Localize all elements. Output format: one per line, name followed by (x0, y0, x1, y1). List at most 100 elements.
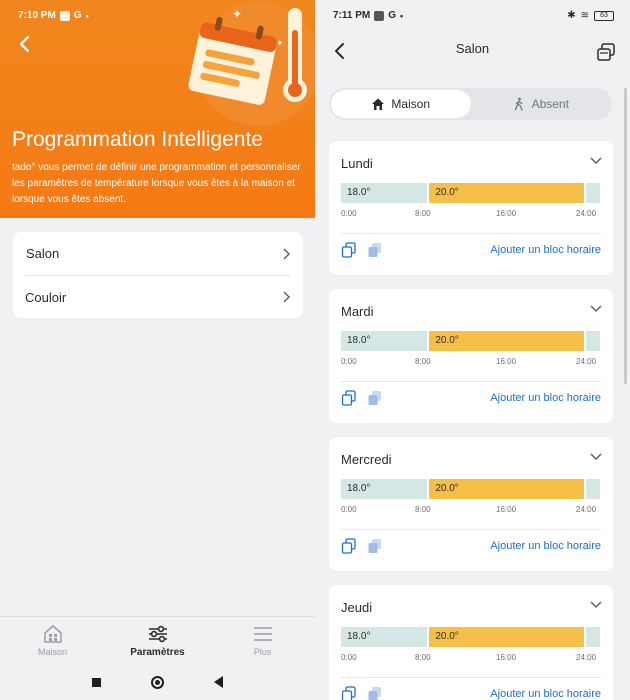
copy-day-icon[interactable] (341, 390, 357, 406)
home-icon (372, 98, 385, 110)
toggle-maison[interactable]: Maison (331, 90, 471, 118)
recents-icon[interactable] (92, 677, 101, 687)
header: Salon (315, 34, 630, 68)
room-item-salon[interactable]: Salon (13, 232, 303, 275)
toggle-absent[interactable]: Absent (471, 90, 611, 118)
time-tick-label: 8:00 (415, 209, 431, 218)
bottom-tab-bar: Maison Paramètres Plus (0, 616, 315, 664)
day-actions: Ajouter un bloc horaire (341, 529, 601, 571)
day-card: Mercredi 18.0° 20.0° 0:00 8:00 16:00 24:00 Ajou… (329, 437, 613, 571)
notification-icon (59, 10, 70, 21)
copy-day-icon[interactable] (341, 686, 357, 700)
time-axis: 0:00 8:00 16:00 24:00 (341, 653, 600, 665)
calendar-thermometer-illustration: ✦ ✦ (188, 2, 315, 126)
time-block[interactable] (585, 479, 600, 499)
toggle-label: Absent (531, 97, 569, 111)
paste-day-icon[interactable] (367, 390, 383, 406)
paste-day-icon[interactable] (367, 686, 383, 700)
time-block[interactable]: 20.0° (429, 183, 584, 203)
day-actions: Ajouter un bloc horaire (341, 677, 601, 700)
timeline-bar[interactable]: 18.0° 20.0° (341, 627, 600, 647)
room-schedule-screen: 7:11 PM G • ✱ ≋ 63 Salon Maison Absent L… (315, 0, 630, 700)
tab-label: Paramètres (130, 647, 185, 658)
add-time-block-link[interactable]: Ajouter un bloc horaire (490, 244, 601, 256)
svg-text:✦: ✦ (276, 39, 284, 49)
timeline-bar[interactable]: 18.0° 20.0° (341, 183, 600, 203)
menu-icon (253, 627, 272, 641)
chevron-right-icon (283, 291, 290, 303)
tab-plus[interactable]: Plus (210, 617, 315, 664)
time-block[interactable]: 20.0° (429, 331, 584, 351)
system-nav-bar (0, 664, 315, 700)
chevron-down-icon[interactable] (589, 600, 603, 610)
day-header[interactable]: Jeudi (329, 585, 613, 627)
paste-day-icon[interactable] (367, 538, 383, 554)
day-name: Lundi (341, 156, 373, 171)
time-tick-label: 0:00 (341, 505, 357, 514)
status-bar: 7:11 PM G • (333, 10, 403, 21)
room-label: Couloir (25, 289, 67, 305)
copy-day-icon[interactable] (341, 242, 357, 258)
toggle-label: Maison (391, 97, 431, 111)
room-label: Salon (26, 246, 60, 261)
bluetooth-icon: ✱ (567, 10, 576, 21)
battery-icon: 63 (594, 10, 614, 21)
add-time-block-link[interactable]: Ajouter un bloc horaire (490, 688, 601, 700)
chevron-down-icon[interactable] (589, 156, 603, 166)
time-block[interactable]: 20.0° (429, 479, 584, 499)
chevron-right-icon (283, 248, 290, 259)
copy-schedule-icon[interactable] (596, 42, 616, 62)
day-actions: Ajouter un bloc horaire (341, 381, 601, 423)
time-block[interactable] (585, 627, 600, 647)
paste-day-icon[interactable] (367, 242, 383, 258)
time-block[interactable]: 18.0° (341, 479, 428, 499)
add-time-block-link[interactable]: Ajouter un bloc horaire (490, 540, 601, 552)
page-description: tado° vous permet de définir une program… (12, 162, 301, 205)
page-title: Salon (455, 41, 490, 56)
time-axis: 0:00 8:00 16:00 24:00 (341, 357, 600, 369)
day-name: Jeudi (341, 600, 373, 615)
room-list: Salon Couloir (13, 232, 303, 318)
page-title: Programmation Intelligente (12, 128, 263, 151)
day-actions: Ajouter un bloc horaire (341, 233, 601, 275)
status-icons: ✱ ≋ 63 (567, 10, 614, 21)
timeline-bar[interactable]: 18.0° 20.0° (341, 331, 600, 351)
google-icon: G (388, 10, 397, 21)
time-block[interactable]: 18.0° (341, 331, 428, 351)
day-header[interactable]: Mardi (329, 289, 613, 331)
copy-day-icon[interactable] (341, 538, 357, 554)
home-away-toggle: Maison Absent (329, 88, 612, 120)
smart-schedule-screen: 7:10 PM G • ✱ ≋ 63 (0, 0, 315, 700)
time-block[interactable] (585, 331, 600, 351)
time-tick-label: 24:00 (576, 653, 597, 662)
time-tick-label: 24:00 (576, 357, 597, 366)
tab-parametres[interactable]: Paramètres (105, 617, 210, 664)
status-time: 7:11 PM (333, 10, 371, 21)
add-time-block-link[interactable]: Ajouter un bloc horaire (490, 392, 601, 404)
home-button-icon[interactable] (151, 675, 164, 689)
scrollbar[interactable] (624, 88, 627, 384)
hero-banner: 7:10 PM G • ✱ ≋ 63 (0, 0, 315, 218)
time-block[interactable] (585, 183, 600, 203)
system-back-icon[interactable] (214, 676, 223, 688)
chevron-down-icon[interactable] (589, 452, 603, 462)
google-icon: G (73, 10, 82, 21)
chevron-down-icon[interactable] (589, 304, 603, 314)
time-tick-label: 8:00 (415, 653, 431, 662)
day-name: Mercredi (341, 452, 392, 467)
day-card: Lundi 18.0° 20.0° 0:00 8:00 16:00 24:00 Ajouter… (329, 141, 613, 275)
walking-person-icon (514, 97, 523, 111)
time-tick-label: 16:00 (496, 357, 517, 366)
back-icon[interactable] (16, 34, 34, 54)
time-axis: 0:00 8:00 16:00 24:00 (341, 505, 600, 517)
room-item-couloir[interactable]: Couloir (25, 275, 291, 318)
day-header[interactable]: Lundi (329, 141, 613, 183)
day-header[interactable]: Mercredi (329, 437, 613, 479)
time-block[interactable]: 20.0° (429, 627, 584, 647)
time-block[interactable]: 18.0° (341, 183, 428, 203)
day-card: Jeudi 18.0° 20.0° 0:00 8:00 16:00 24:00 Ajouter… (329, 585, 613, 700)
timeline-bar[interactable]: 18.0° 20.0° (341, 479, 600, 499)
time-block[interactable]: 18.0° (341, 627, 428, 647)
time-axis: 0:00 8:00 16:00 24:00 (341, 209, 600, 221)
tab-maison[interactable]: Maison (0, 617, 105, 664)
